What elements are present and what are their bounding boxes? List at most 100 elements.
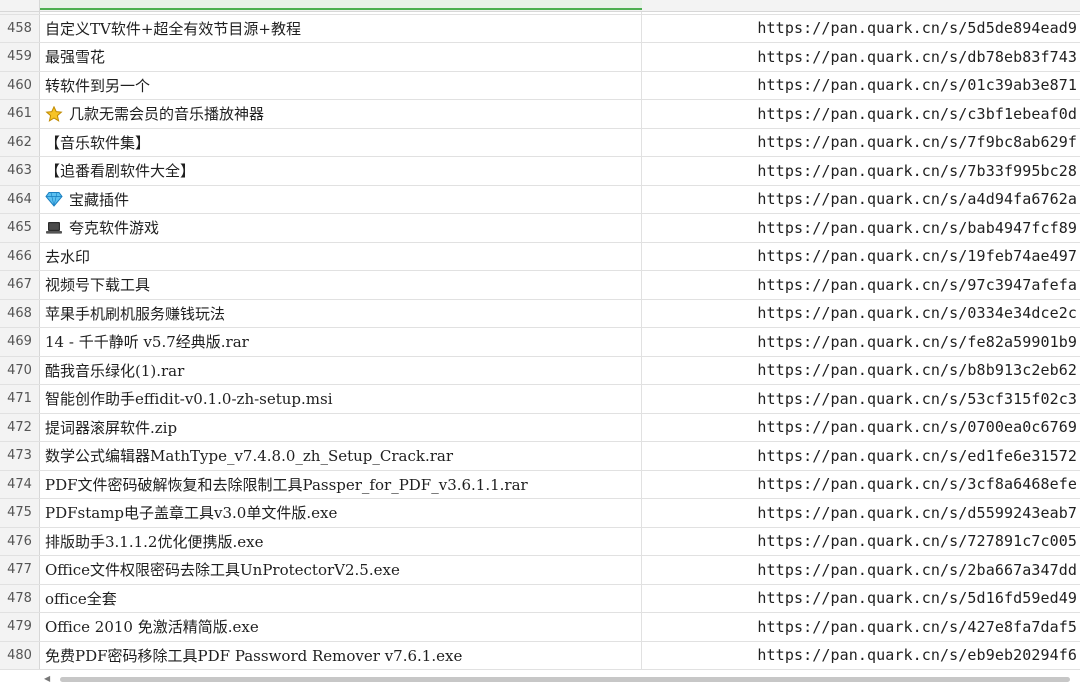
title-cell[interactable]: 宝藏插件 [40,185,642,213]
link-cell[interactable]: https://pan.quark.cn/s/5d16fd59ed49 [642,585,1080,613]
link-url[interactable]: https://pan.quark.cn/s/01c39ab3e871 [757,76,1077,94]
link-url[interactable]: https://pan.quark.cn/s/fe82a59901b9 [757,333,1077,351]
link-url[interactable]: https://pan.quark.cn/s/db78eb83f743 [757,48,1077,66]
link-cell[interactable]: https://pan.quark.cn/s/b8b913c2eb62 [642,357,1080,385]
title-cell[interactable]: 夸克软件游戏 [40,214,642,242]
table-row[interactable]: 473 数学公式编辑器MathType_v7.4.8.0_zh_Setup_Cra… [0,442,1080,471]
title-cell[interactable]: 排版助手3.1.1.2优化便携版.exe [40,527,642,555]
link-cell[interactable]: https://pan.quark.cn/s/0334e34dce2c [642,300,1080,328]
link-cell[interactable]: https://pan.quark.cn/s/ed1fe6e31572 [642,442,1080,470]
table-row[interactable]: 467 视频号下载工具 https://pan.quark.cn/s/97c3947… [0,271,1080,300]
link-url[interactable]: https://pan.quark.cn/s/427e8fa7daf5 [757,618,1077,636]
title-cell[interactable]: 14 - 千千静听 v5.7经典版.rar [40,328,642,356]
title-cell[interactable]: office全套 [40,584,642,612]
link-url[interactable]: https://pan.quark.cn/s/c3bf1ebeaf0d [757,105,1077,123]
row-number[interactable]: 464 [0,185,40,213]
link-cell[interactable]: https://pan.quark.cn/s/01c39ab3e871 [642,72,1080,100]
title-cell[interactable]: Office文件权限密码去除工具UnProtectorV2.5.exe [40,556,642,584]
link-url[interactable]: https://pan.quark.cn/s/0334e34dce2c [757,304,1077,322]
table-row[interactable]: 476 排版助手3.1.1.2优化便携版.exe https://pan.quark… [0,527,1080,556]
table-row[interactable]: 480 免费PDF密码移除工具PDF Password Remover v7.6.… [0,641,1080,670]
table-row[interactable]: 460 转软件到另一个 https://pan.quark.cn/s/01c39ab… [0,71,1080,100]
link-cell[interactable]: https://pan.quark.cn/s/bab4947fcf89 [642,214,1080,242]
link-url[interactable]: https://pan.quark.cn/s/a4d94fa6762a [757,190,1077,208]
table-row[interactable]: 459 最强雪花 https://pan.quark.cn/s/db78eb83f7… [0,43,1080,72]
title-cell[interactable]: 酷我音乐绿化(1).rar [40,356,642,384]
row-number[interactable]: 475 [0,499,40,527]
title-cell[interactable]: 转软件到另一个 [40,71,642,99]
link-cell[interactable]: https://pan.quark.cn/s/97c3947afefa [642,271,1080,299]
link-cell[interactable]: https://pan.quark.cn/s/a4d94fa6762a [642,186,1080,214]
column-header-a[interactable] [40,0,642,10]
row-number[interactable]: 466 [0,242,40,270]
row-number[interactable]: 462 [0,128,40,156]
table-row[interactable]: 470 酷我音乐绿化(1).rar https://pan.quark.cn/s/b… [0,356,1080,385]
title-cell[interactable]: 最强雪花 [40,43,642,71]
row-number[interactable]: 476 [0,527,40,555]
link-url[interactable]: https://pan.quark.cn/s/2ba667a347dd [757,561,1077,579]
table-row[interactable]: 465 夸克软件游戏 https://pan.quark.cn/s/bab4947f… [0,214,1080,243]
title-cell[interactable]: 去水印 [40,242,642,270]
link-cell[interactable]: https://pan.quark.cn/s/727891c7c005 [642,528,1080,556]
table-row[interactable]: 466 去水印 https://pan.quark.cn/s/19feb74ae49… [0,242,1080,271]
table-row[interactable]: 469 14 - 千千静听 v5.7经典版.rar https://pan.quar… [0,328,1080,357]
row-number[interactable]: 473 [0,442,40,470]
title-cell[interactable]: 【音乐软件集】 [40,128,642,156]
row-number[interactable]: 477 [0,556,40,584]
link-cell[interactable]: https://pan.quark.cn/s/53cf315f02c3 [642,385,1080,413]
link-cell[interactable]: https://pan.quark.cn/s/5d5de894ead9 [642,15,1080,43]
link-cell[interactable]: https://pan.quark.cn/s/fe82a59901b9 [642,328,1080,356]
table-row[interactable]: 474 PDF文件密码破解恢复和去除限制工具Passper_for_PDF_v3.… [0,470,1080,499]
link-url[interactable]: https://pan.quark.cn/s/0700ea0c6769 [757,418,1077,436]
table-row[interactable]: 478 office全套 https://pan.quark.cn/s/5d16fd… [0,584,1080,613]
row-number[interactable]: 458 [0,14,40,42]
link-url[interactable]: https://pan.quark.cn/s/bab4947fcf89 [757,219,1077,237]
row-number[interactable]: 471 [0,385,40,413]
title-cell[interactable]: 自定义TV软件+超全有效节目源+教程 [40,14,642,42]
row-number[interactable]: 478 [0,584,40,612]
table-row[interactable]: 464 宝藏插件 https://pan.quark.cn/s/a4d94fa676… [0,185,1080,214]
table-row[interactable]: 462 【音乐软件集】 https://pan.quark.cn/s/7f9bc8a… [0,128,1080,157]
link-url[interactable]: https://pan.quark.cn/s/ed1fe6e31572 [757,447,1077,465]
link-cell[interactable]: https://pan.quark.cn/s/d5599243eab7 [642,499,1080,527]
row-number[interactable]: 472 [0,413,40,441]
table-row[interactable]: 477 Office文件权限密码去除工具UnProtectorV2.5.exe ht… [0,556,1080,585]
link-url[interactable]: https://pan.quark.cn/s/3cf8a6468efe [757,475,1077,493]
link-url[interactable]: https://pan.quark.cn/s/5d5de894ead9 [757,19,1077,37]
row-number[interactable]: 469 [0,328,40,356]
link-cell[interactable]: https://pan.quark.cn/s/3cf8a6468efe [642,471,1080,499]
link-cell[interactable]: https://pan.quark.cn/s/2ba667a347dd [642,556,1080,584]
table-row[interactable]: 475 PDFstamp电子盖章工具v3.0单文件版.exe https://pan… [0,499,1080,528]
link-cell[interactable]: https://pan.quark.cn/s/7b33f995bc28 [642,157,1080,185]
title-cell[interactable]: Office 2010 免激活精简版.exe [40,613,642,641]
title-cell[interactable]: 苹果手机刷机服务赚钱玩法 [40,299,642,327]
scroll-left-arrow-icon[interactable]: ◀ [44,674,50,683]
horizontal-scrollbar[interactable]: ◀ [0,671,1080,685]
title-cell[interactable]: 【追番看剧软件大全】 [40,157,642,185]
link-cell[interactable]: https://pan.quark.cn/s/427e8fa7daf5 [642,613,1080,641]
title-cell[interactable]: 几款无需会员的音乐播放神器 [40,100,642,128]
scrollbar-thumb[interactable] [60,677,1070,682]
table-row[interactable]: 463 【追番看剧软件大全】 https://pan.quark.cn/s/7b33… [0,157,1080,186]
title-cell[interactable]: 提词器滚屏软件.zip [40,413,642,441]
link-cell[interactable]: https://pan.quark.cn/s/eb9eb20294f6 [642,642,1080,670]
link-url[interactable]: https://pan.quark.cn/s/7f9bc8ab629f [757,133,1077,151]
link-cell[interactable]: https://pan.quark.cn/s/c3bf1ebeaf0d [642,100,1080,128]
link-url[interactable]: https://pan.quark.cn/s/53cf315f02c3 [757,390,1077,408]
table-row[interactable]: 471 智能创作助手effidit-v0.1.0-zh-setup.msi http… [0,385,1080,414]
link-url[interactable]: https://pan.quark.cn/s/19feb74ae497 [757,247,1077,265]
row-number[interactable]: 465 [0,214,40,242]
row-number[interactable]: 474 [0,470,40,498]
table-row[interactable]: 472 提词器滚屏软件.zip https://pan.quark.cn/s/070… [0,413,1080,442]
title-cell[interactable]: 数学公式编辑器MathType_v7.4.8.0_zh_Setup_Crack.… [40,442,642,470]
table-row[interactable]: 479 Office 2010 免激活精简版.exe https://pan.qua… [0,613,1080,642]
link-url[interactable]: https://pan.quark.cn/s/eb9eb20294f6 [757,646,1077,664]
link-cell[interactable]: https://pan.quark.cn/s/7f9bc8ab629f [642,129,1080,157]
link-url[interactable]: https://pan.quark.cn/s/727891c7c005 [757,532,1077,550]
table-row[interactable]: 458 自定义TV软件+超全有效节目源+教程 https://pan.quark.c… [0,14,1080,43]
title-cell[interactable]: 智能创作助手effidit-v0.1.0-zh-setup.msi [40,385,642,413]
row-number[interactable]: 459 [0,43,40,71]
row-number[interactable]: 470 [0,356,40,384]
link-cell[interactable]: https://pan.quark.cn/s/19feb74ae497 [642,243,1080,271]
link-url[interactable]: https://pan.quark.cn/s/7b33f995bc28 [757,162,1077,180]
